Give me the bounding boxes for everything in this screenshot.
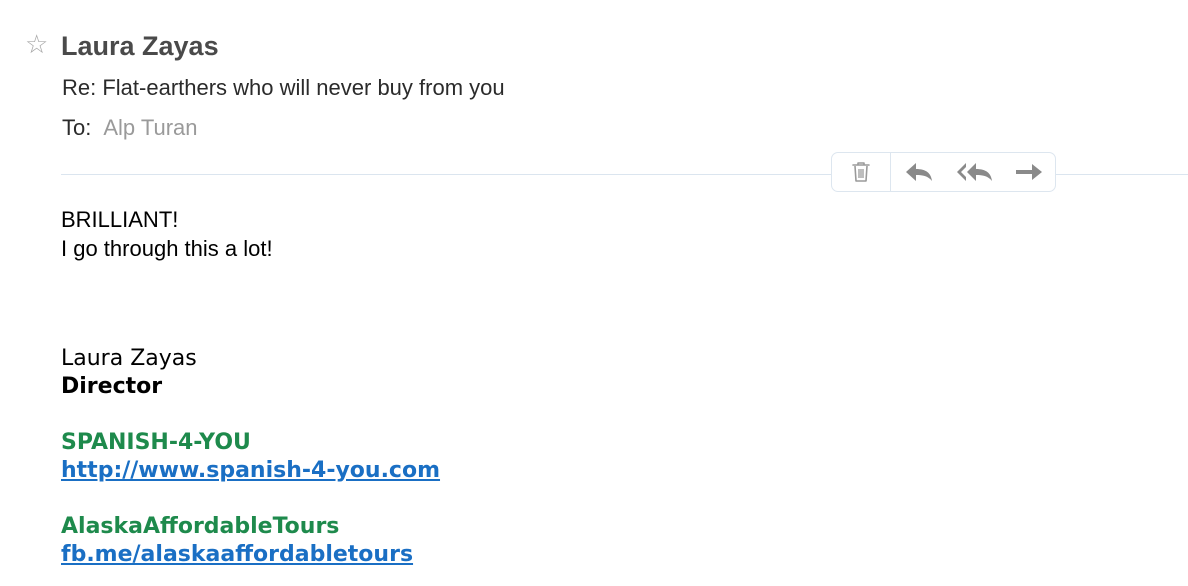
reply-button[interactable] [891, 153, 947, 191]
forward-icon [1016, 164, 1042, 180]
message-subject: Re: Flat-earthers who will never buy fro… [62, 75, 505, 100]
star-icon[interactable]: ☆ [25, 30, 48, 60]
sender-name: Laura Zayas [61, 31, 219, 61]
body-line: BRILLIANT! [61, 207, 179, 232]
signature-facebook-link[interactable]: fb.me/alaskaaffordabletours [61, 541, 413, 569]
trash-icon [852, 162, 870, 182]
reply-all-icon [957, 163, 992, 181]
recipient-name[interactable]: Alp Turan [103, 115, 197, 140]
message-header: ☆ Laura Zayas Re: Flat-earthers who will… [0, 0, 1188, 175]
reply-icon [906, 163, 932, 181]
signature-company: AlaskaAffordableTours [61, 514, 340, 539]
signature-name: Laura Zayas [61, 346, 197, 371]
signature-title: Director [61, 374, 163, 399]
message-toolbar [831, 152, 1056, 192]
forward-button[interactable] [1003, 153, 1055, 191]
body-line: I go through this a lot! [61, 236, 273, 261]
signature-company: SPANISH-4-YOU [61, 430, 251, 455]
delete-button[interactable] [832, 153, 891, 191]
recipient-row: To: Alp Turan [62, 114, 198, 142]
message-body: BRILLIANT! I go through this a lot! [61, 205, 273, 263]
signature-website-link[interactable]: http://www.spanish-4-you.com [61, 457, 440, 485]
reply-all-button[interactable] [947, 153, 1003, 191]
to-label: To: [62, 115, 92, 140]
